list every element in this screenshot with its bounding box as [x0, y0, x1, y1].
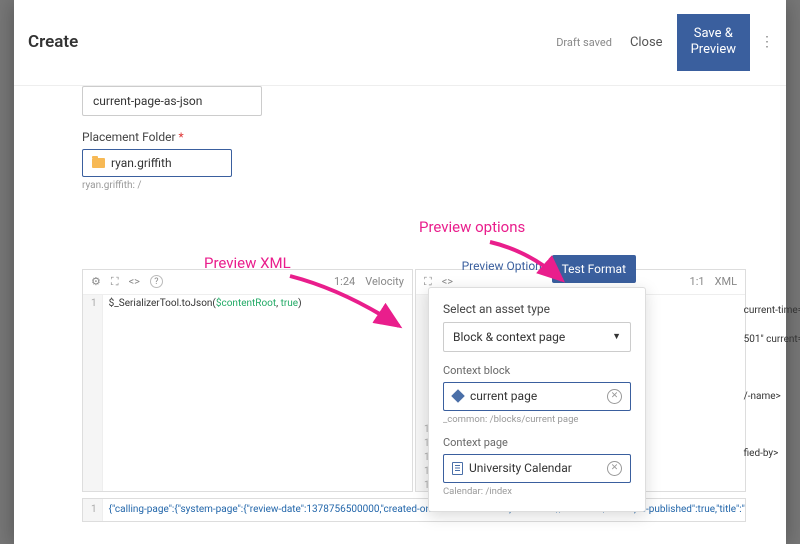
- code-icon[interactable]: <>: [129, 275, 140, 288]
- preview-options-popup: Select an asset type Block & context pag…: [428, 287, 646, 512]
- expand-icon[interactable]: ⛶: [111, 275, 119, 289]
- velocity-editor: ⚙ ⛶ <> ? 1:24 Velocity 1 $_SerializerToo…: [82, 269, 413, 492]
- clear-icon[interactable]: ✕: [607, 461, 622, 476]
- placement-folder-picker[interactable]: ryan.griffith: [82, 149, 232, 177]
- more-menu-icon[interactable]: ⋮: [750, 26, 784, 58]
- asset-type-select[interactable]: Block & context page▼: [443, 322, 631, 352]
- annotation-preview-options: Preview options: [419, 218, 525, 236]
- help-icon[interactable]: ?: [150, 275, 163, 288]
- context-page-path: Calendar: /index: [443, 486, 631, 497]
- xml-preview-snippet: current-time="1 501" current="t /-name> …: [744, 304, 800, 462]
- preview-options-toggle[interactable]: Preview Options: [462, 259, 558, 273]
- name-input[interactable]: [82, 86, 262, 116]
- draft-status: Draft saved: [556, 36, 612, 49]
- folder-icon: [92, 158, 105, 168]
- context-page-label: Context page: [443, 436, 631, 449]
- asset-type-label: Select an asset type: [443, 302, 631, 316]
- folder-field-wrap: Placement Folder * ryan.griffith ryan.gr…: [82, 130, 746, 191]
- clear-icon[interactable]: ✕: [607, 389, 622, 404]
- gear-icon[interactable]: ⚙: [91, 275, 101, 288]
- modal-title: Create: [28, 32, 78, 52]
- context-block-path: _common: /blocks/current page: [443, 414, 631, 425]
- save-preview-button[interactable]: Save & Preview: [677, 14, 750, 71]
- test-format-button[interactable]: Test Format: [552, 255, 636, 283]
- create-modal: Create Draft saved Close Save & Preview …: [14, 0, 786, 544]
- page-icon: [452, 462, 463, 475]
- editor-row: Preview Options Test Format ⚙ ⛶ <> ? 1:2…: [82, 269, 746, 492]
- modal-header: Create Draft saved Close Save & Preview …: [14, 0, 786, 86]
- block-icon: [451, 389, 465, 403]
- folder-label: Placement Folder *: [82, 130, 746, 144]
- folder-path: ryan.griffith: /: [82, 180, 746, 191]
- editor-body[interactable]: 1 $_SerializerTool.toJson($contentRoot, …: [83, 295, 412, 491]
- name-field-wrap: [82, 86, 746, 116]
- folder-value: ryan.griffith: [111, 156, 172, 170]
- context-block-picker[interactable]: current page ✕: [443, 382, 631, 411]
- cursor-position: 1:1: [690, 275, 705, 288]
- cursor-position: 1:24: [334, 275, 355, 288]
- close-button[interactable]: Close: [622, 27, 671, 58]
- caret-down-icon: ▼: [612, 331, 621, 342]
- editor-lang: Velocity: [365, 275, 404, 288]
- json-output[interactable]: 1 {"calling-page":{"system-page":{"revie…: [82, 498, 746, 522]
- editor-toolbar: ⚙ ⛶ <> ? 1:24 Velocity: [83, 270, 412, 295]
- context-page-picker[interactable]: University Calendar ✕: [443, 454, 631, 483]
- context-block-label: Context block: [443, 364, 631, 377]
- editor-lang: XML: [715, 275, 737, 288]
